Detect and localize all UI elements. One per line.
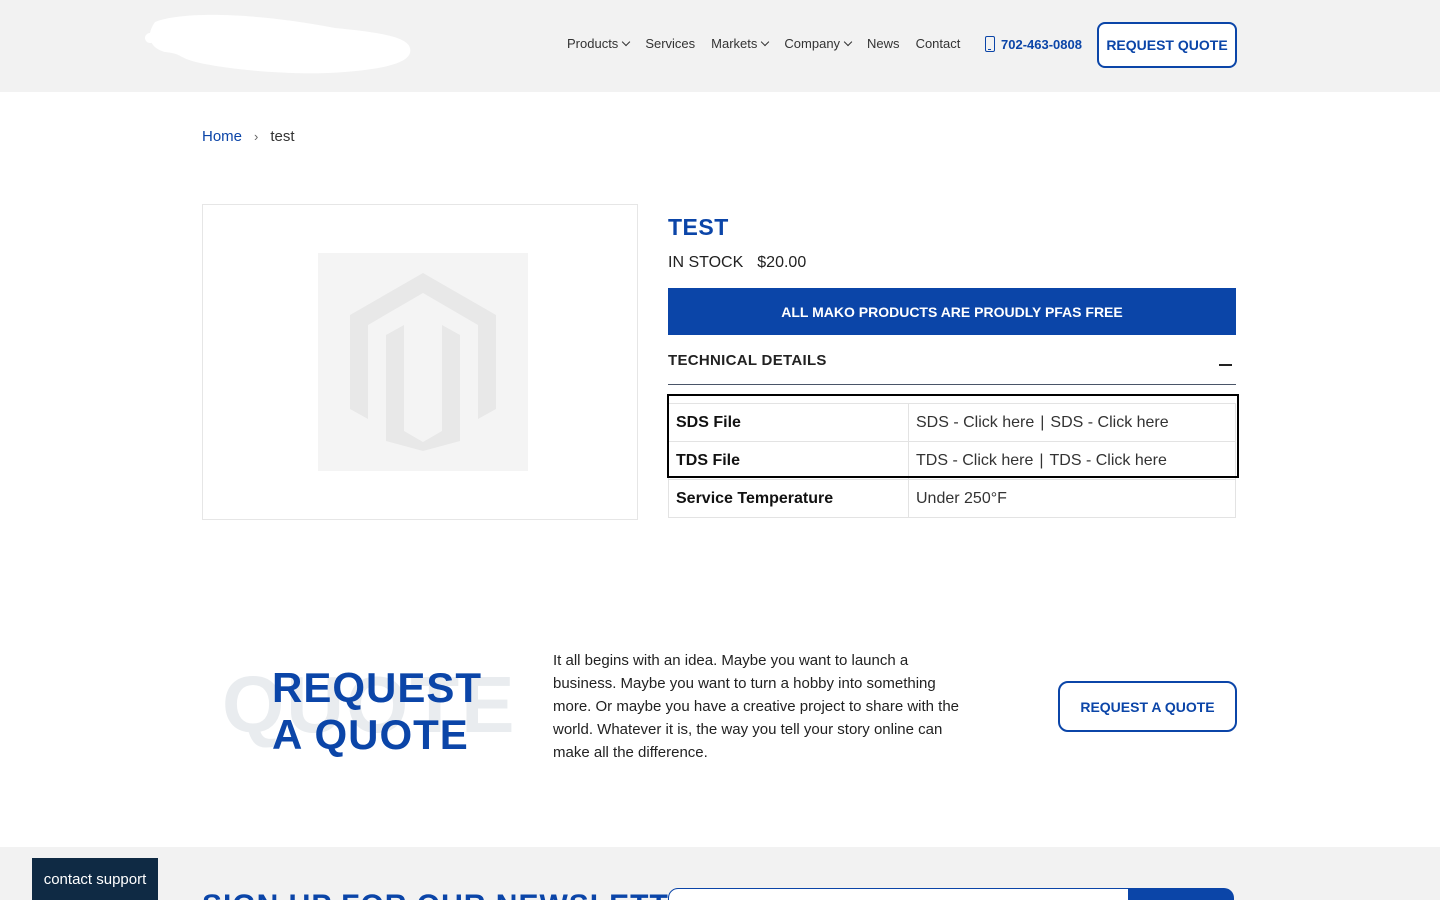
table-row: SDS File SDS - Click here | SDS - Click he… (668, 403, 1236, 442)
nav-services-label: Services (645, 36, 696, 51)
row-label: TDS File (668, 441, 909, 480)
request-a-quote-button[interactable]: REQUEST A QUOTE (1058, 681, 1237, 732)
chevron-down-icon (761, 37, 770, 47)
newsletter-section: SIGN UP FOR OUR NEWSLETTER (0, 847, 1440, 900)
nav-markets[interactable]: Markets (711, 36, 770, 51)
request-quote-button-label: REQUEST QUOTE (1106, 37, 1228, 53)
table-row: TDS File TDS - Click here | TDS - Click he… (668, 441, 1236, 480)
newsletter-email-input[interactable] (668, 888, 1130, 900)
pfas-free-banner: ALL MAKO PRODUCTS ARE PROUDLY PFAS FREE (668, 288, 1236, 335)
nav-contact-label: Contact (915, 36, 961, 51)
sds-link-2[interactable]: SDS - Click here (1050, 414, 1168, 431)
row-value: TDS - Click here | TDS - Click here (908, 441, 1236, 480)
contact-support-label: contact support (43, 870, 147, 888)
nav-news[interactable]: News (867, 36, 900, 51)
tds-link-2[interactable]: TDS - Click here (1050, 452, 1167, 469)
nav-contact[interactable]: Contact (916, 36, 961, 51)
tds-link-1[interactable]: TDS - Click here (916, 452, 1033, 469)
product-price: $20.00 (757, 254, 807, 271)
breadcrumb-separator: › (254, 129, 259, 144)
product-image[interactable] (202, 204, 638, 520)
phone-icon (985, 36, 995, 52)
nav-markets-label: Markets (711, 36, 758, 51)
breadcrumb-home[interactable]: Home (202, 128, 242, 145)
stock-price: IN STOCK $20.00 (668, 254, 806, 272)
row-label: Service Temperature (668, 479, 909, 518)
nav-company-label: Company (784, 36, 841, 51)
phone-link[interactable]: 702-463-0808 (985, 36, 1082, 52)
request-quote-text: It all begins with an idea. Maybe you wa… (553, 652, 960, 761)
row-value: SDS - Click here | SDS - Click here (908, 403, 1236, 442)
nav-products-label: Products (567, 36, 619, 51)
link-separator: | (1039, 451, 1044, 469)
chevron-down-icon (843, 37, 853, 47)
nav-products[interactable]: Products (567, 36, 631, 51)
request-quote-button[interactable]: REQUEST QUOTE (1097, 22, 1237, 68)
stock-status: IN STOCK (668, 254, 744, 271)
technical-details-title: TECHNICAL DETAILS (668, 352, 827, 369)
nav-company[interactable]: Company (784, 36, 853, 51)
image-placeholder (318, 253, 528, 471)
row-label: SDS File (668, 403, 909, 442)
main-nav: Products Services Markets Company News C… (567, 36, 976, 51)
table-row: Service Temperature Under 250°F (668, 479, 1236, 518)
phone-number: 702-463-0808 (1001, 36, 1082, 52)
nav-news-label: News (867, 36, 900, 51)
request-quote-heading-line1: REQUEST (272, 664, 483, 711)
link-separator: | (1040, 413, 1045, 431)
chevron-down-icon (622, 37, 631, 47)
redacted-logo[interactable] (145, 8, 413, 76)
row-value: Under 250°F (908, 479, 1236, 518)
request-quote-heading: REQUEST A QUOTE (272, 664, 482, 758)
site-header: Products Services Markets Company News C… (0, 0, 1440, 92)
technical-details-toggle[interactable]: TECHNICAL DETAILS (668, 352, 1236, 385)
newsletter-title: SIGN UP FOR OUR NEWSLETTER (202, 889, 712, 900)
breadcrumb: Home › test (202, 128, 295, 145)
minus-icon[interactable] (1219, 364, 1232, 366)
request-a-quote-button-label: REQUEST A QUOTE (1080, 698, 1215, 715)
magento-logo-icon (350, 273, 496, 451)
newsletter-submit-button[interactable] (1128, 888, 1234, 900)
pfas-banner-text: ALL MAKO PRODUCTS ARE PROUDLY PFAS FREE (781, 303, 1123, 320)
technical-details-table: SDS File SDS - Click here | SDS - Click he… (668, 403, 1236, 518)
product-title: TEST (668, 214, 729, 240)
sds-link-1[interactable]: SDS - Click here (916, 414, 1034, 431)
contact-support-button[interactable]: contact support (32, 858, 158, 900)
request-quote-heading-line2: A QUOTE (272, 711, 469, 758)
breadcrumb-current: test (270, 128, 295, 145)
nav-services[interactable]: Services (645, 36, 695, 51)
